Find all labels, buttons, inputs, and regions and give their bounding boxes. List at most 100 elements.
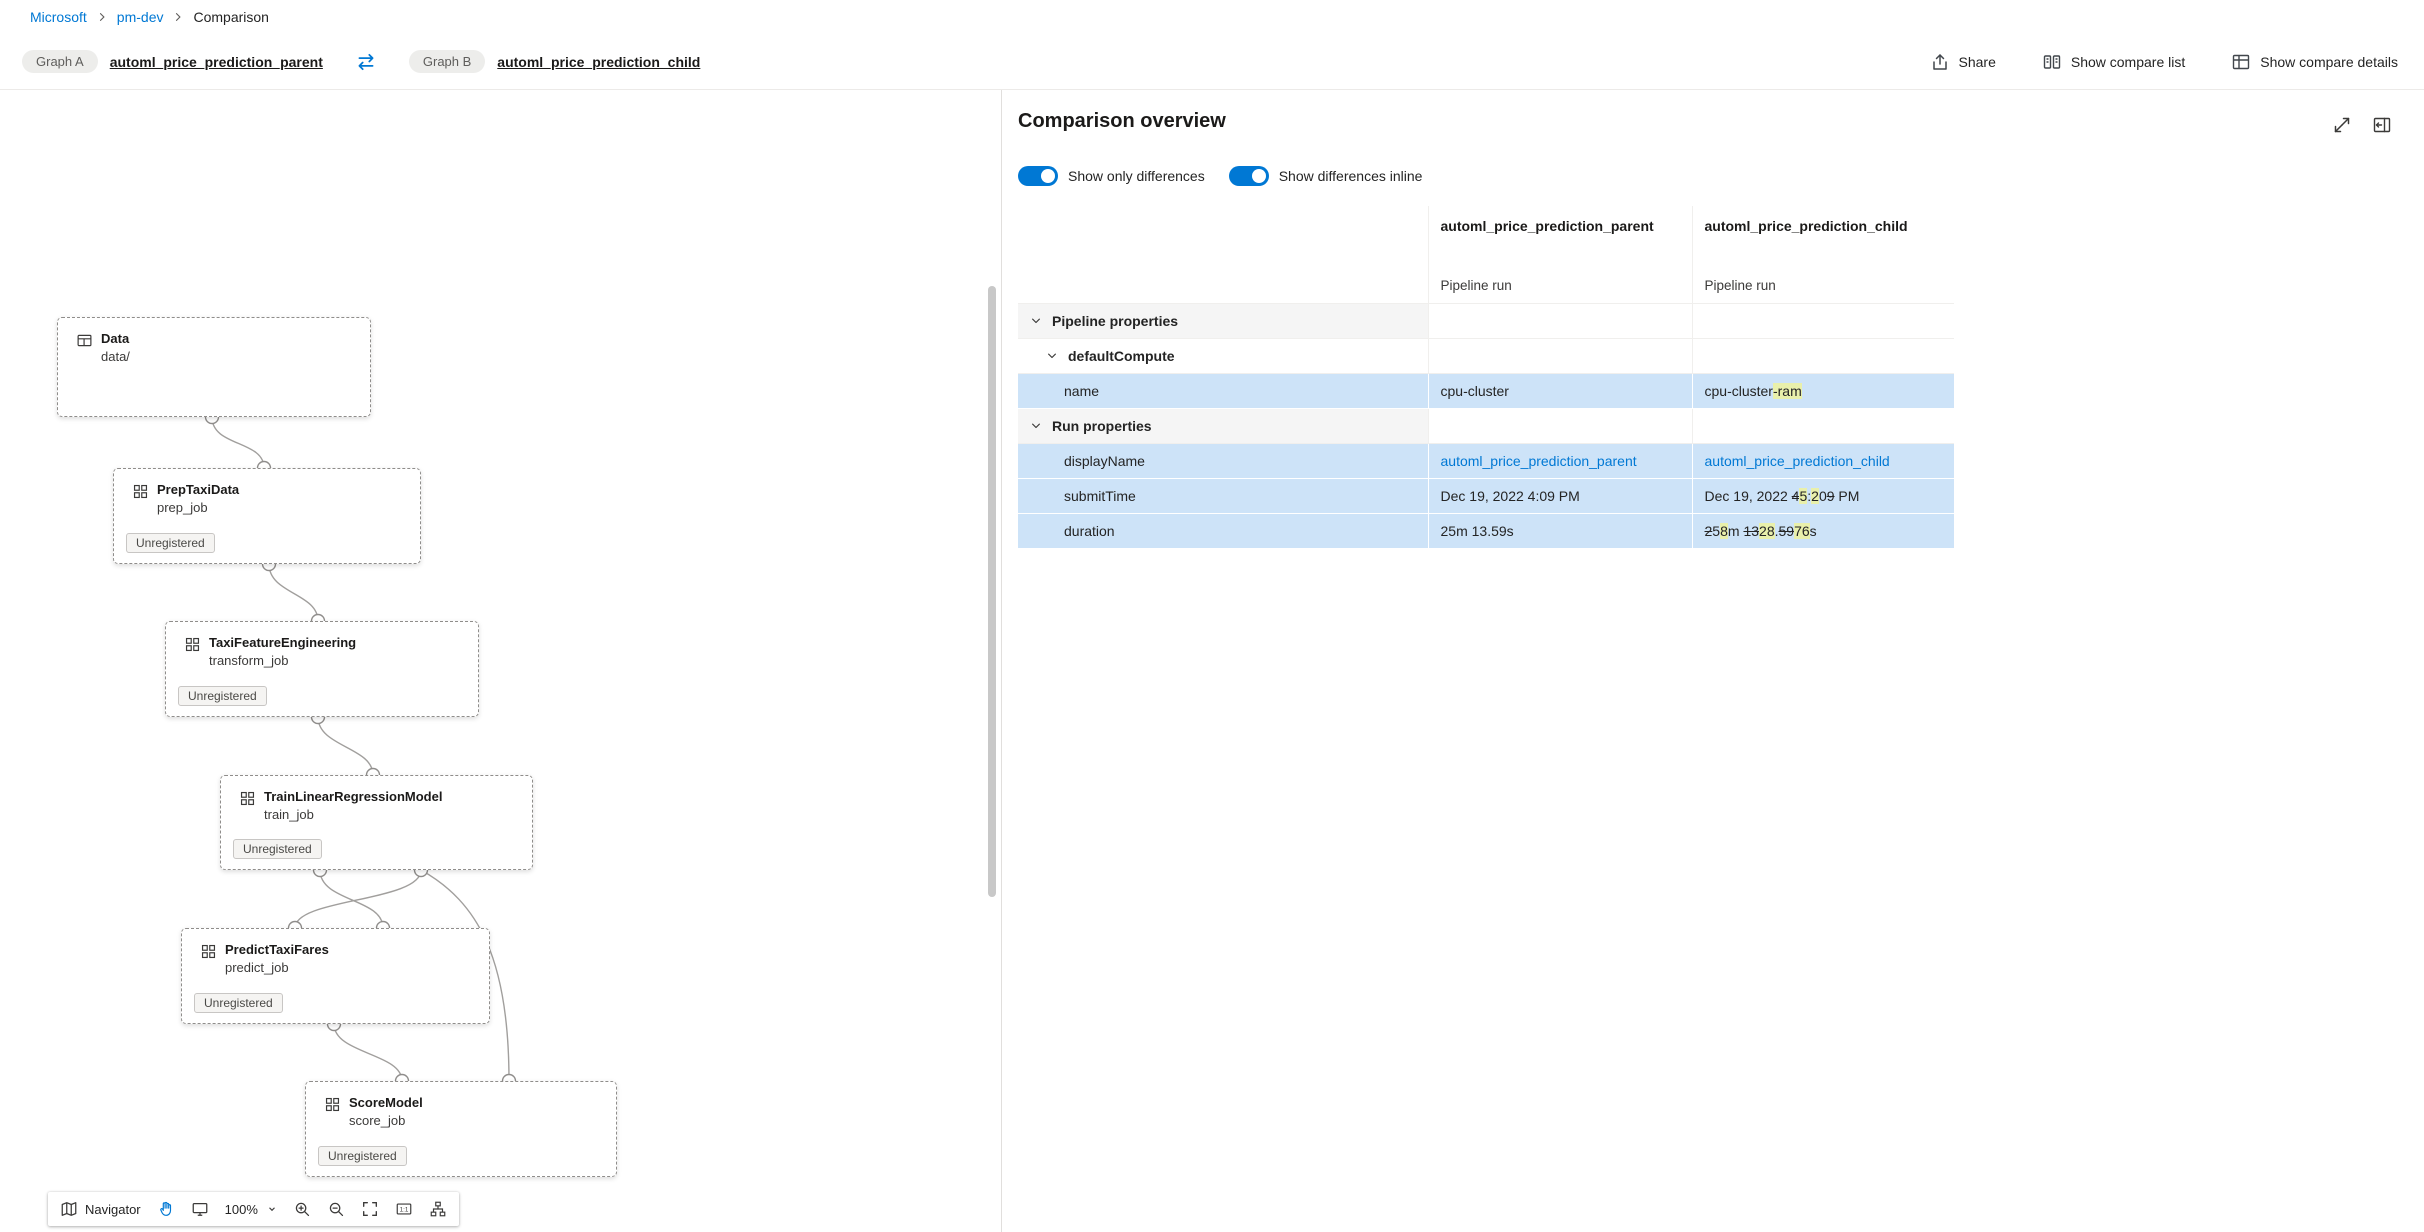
compare-row-displayname: displayName automl_price_prediction_paren… xyxy=(1018,443,1954,478)
expand-panel-button[interactable] xyxy=(2332,114,2354,136)
full-screen-button[interactable] xyxy=(183,1195,217,1223)
diff-added-text: 8 xyxy=(1720,523,1728,539)
row-label: Pipeline properties xyxy=(1052,313,1178,329)
graph-selection-bar: Graph A automl_price_prediction_parent G… xyxy=(0,34,2424,90)
diff-added-text: 76 xyxy=(1794,523,1810,539)
auto-layout-button[interactable] xyxy=(421,1195,455,1223)
property-label-cell[interactable]: defaultCompute xyxy=(1018,338,1428,373)
svg-text:1:1: 1:1 xyxy=(400,1207,409,1214)
value-text: cpu-cluster xyxy=(1441,383,1509,399)
value-graph-b: cpu-cluster-ram xyxy=(1692,373,1954,408)
breadcrumb-item-comparison: Comparison xyxy=(193,9,268,25)
component-icon xyxy=(239,790,256,807)
show-compare-details-button[interactable]: Show compare details xyxy=(2231,52,2398,72)
run-link[interactable]: automl_price_prediction_child xyxy=(1705,453,1890,469)
diff-removed-text: 9 xyxy=(1827,488,1835,504)
main-content: Datadata/PrepTaxiData prep_job Unregistere… xyxy=(0,90,2424,1232)
row-label: Run properties xyxy=(1052,418,1152,434)
run-link[interactable]: automl_price_prediction_parent xyxy=(1441,453,1637,469)
canvas-scrollbar-thumb[interactable] xyxy=(988,286,996,897)
zoom-out-icon xyxy=(327,1200,345,1218)
table-header-row: automl_price_prediction_parent Pipeline … xyxy=(1018,206,1954,303)
diff-toggles: Show only differences Show differences i… xyxy=(1018,166,1422,186)
row-label: displayName xyxy=(1064,453,1145,469)
node-title: TrainLinearRegressionModel xyxy=(264,789,442,805)
node-title: TaxiFeatureEngineering xyxy=(209,635,356,651)
component-icon xyxy=(132,483,149,500)
compare-row-submittime: submitTimeDec 19, 2022 4:09 PMDec 19, 20… xyxy=(1018,478,1954,513)
show-differences-inline-toggle[interactable]: Show differences inline xyxy=(1229,166,1423,186)
value-graph-b: 258m 1328.5976s xyxy=(1692,513,1954,548)
node-title: PrepTaxiData xyxy=(157,482,239,498)
node-subtitle: score_job xyxy=(349,1113,423,1130)
graph-b-link[interactable]: automl_price_prediction_child xyxy=(497,54,700,70)
property-label-cell: name xyxy=(1018,373,1428,408)
registration-status-badge: Unregistered xyxy=(318,1146,407,1166)
column-header-property xyxy=(1018,206,1428,303)
toggle-switch-on[interactable] xyxy=(1229,166,1269,186)
node-subtitle: train_job xyxy=(264,807,442,824)
graph-b-column-subtitle: Pipeline run xyxy=(1705,278,1776,293)
pipeline-node-data[interactable]: Datadata/ xyxy=(57,317,371,417)
value-text: m xyxy=(1728,523,1744,539)
value-text: 25m 13.59s xyxy=(1441,523,1514,539)
diff-removed-text: 13 xyxy=(1743,523,1759,539)
node-subtitle: prep_job xyxy=(157,500,239,517)
graph-b-column-title: automl_price_prediction_child xyxy=(1705,217,1943,237)
value-graph-a: automl_price_prediction_parent xyxy=(1428,443,1692,478)
graphbar-actions: Share Show compare list Show compare det… xyxy=(1930,52,2399,72)
column-header-graph-b: automl_price_prediction_child Pipeline r… xyxy=(1692,206,1954,303)
pipeline-edge xyxy=(269,564,318,621)
pipeline-node-trainlinearregressionmodel[interactable]: TrainLinearRegressionModel train_job Unreg… xyxy=(220,775,533,870)
breadcrumb-item-microsoft[interactable]: Microsoft xyxy=(30,9,87,25)
panel-title: Comparison overview xyxy=(1018,110,1226,133)
pipeline-node-predicttaxifares[interactable]: PredictTaxiFarespredict_jobUnregistered xyxy=(181,928,490,1024)
pipeline-canvas[interactable]: Datadata/PrepTaxiData prep_job Unregistere… xyxy=(0,90,1002,1232)
registration-status-badge: Unregistered xyxy=(178,686,267,706)
actual-size-button[interactable]: 1:1 xyxy=(387,1195,421,1223)
fit-to-screen-button[interactable] xyxy=(353,1195,387,1223)
graph-a-link[interactable]: automl_price_prediction_parent xyxy=(110,54,323,70)
navigator-icon xyxy=(60,1200,78,1218)
pipeline-node-taxifeatureengineering[interactable]: TaxiFeatureEngineering transform_job Unreg… xyxy=(165,621,479,717)
graph-a-column-title: automl_price_prediction_parent xyxy=(1441,217,1680,237)
pipeline-node-scoremodel[interactable]: ScoreModel score_job Unregistered xyxy=(305,1081,617,1177)
compare-details-icon xyxy=(2231,52,2251,72)
chevron-down-icon[interactable] xyxy=(1030,420,1042,432)
chevron-down-icon[interactable] xyxy=(1030,315,1042,327)
node-subtitle: transform_job xyxy=(209,653,356,670)
pan-tool-button[interactable] xyxy=(149,1195,183,1223)
dock-panel-button[interactable] xyxy=(2372,114,2394,136)
zoom-in-button[interactable] xyxy=(285,1195,319,1223)
node-title: ScoreModel xyxy=(349,1095,423,1111)
navigator-button[interactable]: Navigator xyxy=(52,1195,149,1223)
property-label-cell: displayName xyxy=(1018,443,1428,478)
zoom-level-dropdown[interactable]: 100% xyxy=(217,1195,285,1223)
compare-row-run-properties: Run properties xyxy=(1018,408,1954,443)
property-label-cell[interactable]: Pipeline properties xyxy=(1018,303,1428,338)
pipeline-edge xyxy=(212,417,264,468)
value-graph-a: 25m 13.59s xyxy=(1428,513,1692,548)
property-label-cell[interactable]: Run properties xyxy=(1018,408,1428,443)
swap-graphs-button[interactable] xyxy=(355,51,377,73)
pipeline-node-preptaxidata[interactable]: PrepTaxiData prep_job Unregistered xyxy=(113,468,421,564)
show-compare-list-label: Show compare list xyxy=(2071,54,2185,70)
node-title: PredictTaxiFares xyxy=(225,942,329,958)
breadcrumb: Microsoft pm-dev Comparison xyxy=(0,0,2424,34)
share-button[interactable]: Share xyxy=(1930,52,1996,72)
show-only-differences-toggle[interactable]: Show only differences xyxy=(1018,166,1205,186)
row-label: duration xyxy=(1064,523,1115,539)
node-title: Data xyxy=(101,331,130,347)
breadcrumb-item-pm-dev[interactable]: pm-dev xyxy=(117,9,164,25)
show-compare-list-button[interactable]: Show compare list xyxy=(2042,52,2185,72)
registration-status-badge: Unregistered xyxy=(126,533,215,553)
value-text: 5 xyxy=(1712,523,1720,539)
value-graph-a xyxy=(1428,408,1692,443)
chevron-down-icon[interactable] xyxy=(1046,350,1058,362)
chevron-right-icon xyxy=(172,11,184,23)
zoom-out-button[interactable] xyxy=(319,1195,353,1223)
registration-status-badge: Unregistered xyxy=(233,839,322,859)
compare-table-body: Pipeline propertiesdefaultComputenamecpu… xyxy=(1018,303,1954,548)
toggle-switch-on[interactable] xyxy=(1018,166,1058,186)
row-label: submitTime xyxy=(1064,488,1136,504)
